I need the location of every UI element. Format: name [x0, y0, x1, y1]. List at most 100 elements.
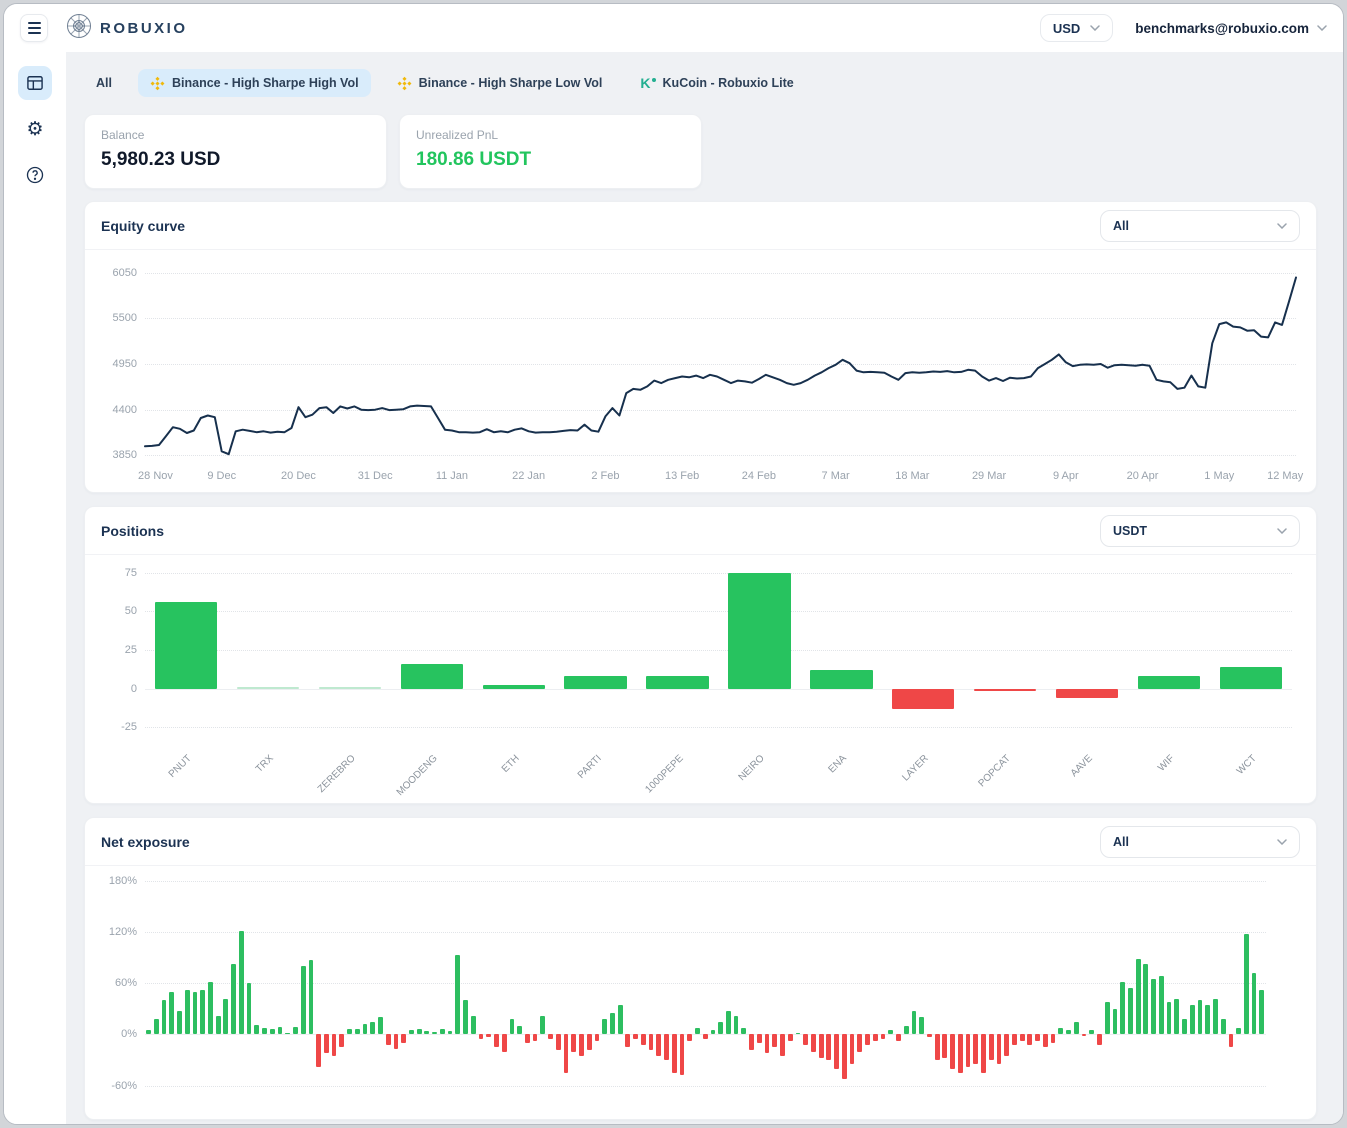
unrealized-pnl-card: Unrealized PnL 180.86 USDT: [399, 114, 702, 189]
balance-card: Balance 5,980.23 USD: [84, 114, 387, 189]
position-bar-pnut: [155, 602, 217, 689]
exposure-bar: [564, 1034, 569, 1072]
y-axis-tick: -25: [97, 721, 137, 733]
exposure-bar: [641, 1034, 646, 1044]
exposure-bar: [154, 1019, 159, 1034]
exposure-bar: [200, 990, 205, 1034]
balance-label: Balance: [101, 128, 370, 142]
exposure-bar: [958, 1034, 963, 1072]
exposure-bar: [270, 1029, 275, 1034]
exposure-bar: [672, 1034, 677, 1072]
x-axis-category: PARTI: [532, 753, 603, 824]
hamburger-menu-button[interactable]: [20, 14, 48, 42]
equity-filter-select[interactable]: All: [1100, 210, 1300, 242]
filter-chips: All Binance - High Sharpe High Vol Binance…: [84, 68, 1317, 98]
positions-card: Positions USDT 7550250-25PNUTTRXZEREBROM…: [84, 506, 1317, 804]
exposure-bar: [278, 1027, 283, 1035]
brand: ROBUXIO: [66, 13, 188, 44]
kucoin-icon: K: [640, 76, 655, 90]
y-axis-tick: 50: [97, 605, 137, 617]
grid-line: [145, 689, 1292, 690]
exposure-bar: [1213, 999, 1218, 1035]
filter-chip-kucoin-robuxio-lite[interactable]: KKuCoin - Robuxio Lite: [628, 69, 805, 97]
exposure-bar: [1082, 1034, 1087, 1036]
x-axis-tick: 22 Jan: [512, 470, 545, 482]
exposure-bar: [1020, 1034, 1025, 1041]
exposure-bar: [997, 1034, 1002, 1064]
exposure-bar: [510, 1019, 515, 1034]
exposure-bar: [394, 1034, 399, 1049]
exposure-bar: [873, 1034, 878, 1041]
net-exposure-filter-select[interactable]: All: [1100, 826, 1300, 858]
robuxio-logo-icon: [66, 13, 92, 44]
grid-line: [145, 1086, 1266, 1087]
grid-line: [145, 573, 1292, 574]
exposure-bar: [223, 999, 228, 1035]
exposure-bar: [625, 1034, 630, 1047]
sidebar-item-dashboard[interactable]: [18, 66, 52, 100]
x-axis-tick: 29 Mar: [972, 470, 1006, 482]
exposure-bar: [440, 1029, 445, 1035]
filter-chip-binance-high-sharpe-high-vol[interactable]: Binance - High Sharpe High Vol: [138, 69, 371, 97]
exposure-bar: [1043, 1034, 1048, 1047]
exposure-bar: [502, 1034, 507, 1051]
exposure-bar: [656, 1034, 661, 1055]
exposure-bar: [193, 992, 198, 1035]
exposure-bar: [618, 1005, 623, 1035]
exposure-bar: [1004, 1034, 1009, 1055]
exposure-bar: [772, 1034, 777, 1047]
exposure-bar: [912, 1011, 917, 1035]
exposure-bar: [587, 1034, 592, 1049]
x-axis-tick: 28 Nov: [138, 470, 173, 482]
filter-chip-all[interactable]: All: [84, 69, 124, 97]
sidebar: ⚙: [4, 52, 66, 1124]
exposure-bar: [981, 1034, 986, 1072]
x-axis-tick: 18 Mar: [895, 470, 929, 482]
x-axis-tick: 20 Apr: [1127, 470, 1159, 482]
exposure-bar: [734, 1016, 739, 1035]
exposure-bar: [185, 990, 190, 1034]
exposure-bar: [316, 1034, 321, 1066]
equity-filter-value: All: [1113, 219, 1129, 233]
filter-chip-label: Binance - High Sharpe Low Vol: [419, 76, 603, 90]
currency-selector[interactable]: USD: [1040, 14, 1113, 42]
exposure-bar: [293, 1027, 298, 1035]
exposure-bar: [966, 1034, 971, 1066]
exposure-bar: [262, 1028, 267, 1035]
net-exposure-filter-value: All: [1113, 835, 1129, 849]
exposure-bar: [1236, 1028, 1241, 1035]
position-bar-zerebro: [319, 687, 381, 689]
account-menu[interactable]: benchmarks@robuxio.com: [1135, 21, 1327, 36]
filter-chip-binance-high-sharpe-low-vol[interactable]: Binance - High Sharpe Low Vol: [385, 69, 615, 97]
sidebar-item-help[interactable]: [18, 158, 52, 192]
exposure-bar: [610, 1013, 615, 1034]
exposure-bar: [417, 1029, 422, 1034]
exposure-bar: [1159, 976, 1164, 1034]
exposure-bar: [1051, 1034, 1056, 1043]
exposure-bar: [687, 1034, 692, 1041]
topbar: ROBUXIO USD benchmarks@robuxio.com: [4, 4, 1343, 52]
x-axis-tick: 11 Jan: [436, 470, 468, 482]
x-axis-category: WIF: [1105, 753, 1176, 824]
pnl-label: Unrealized PnL: [416, 128, 685, 142]
sidebar-item-settings[interactable]: ⚙: [18, 112, 52, 146]
exposure-bar: [409, 1030, 414, 1034]
exposure-bar: [363, 1024, 368, 1034]
exposure-bar: [896, 1034, 901, 1041]
y-axis-tick: 0%: [97, 1028, 137, 1040]
chevron-down-icon: [1277, 528, 1287, 534]
balance-value: 5,980.23 USD: [101, 149, 370, 171]
exposure-bar: [749, 1034, 754, 1049]
exposure-bar: [1229, 1034, 1234, 1047]
exposure-bar: [339, 1034, 344, 1047]
exposure-bar: [1190, 1005, 1195, 1035]
grid-line: [145, 881, 1266, 882]
y-axis-tick: 25: [97, 644, 137, 656]
y-axis-tick: 60%: [97, 977, 137, 989]
x-axis-category: TRX: [204, 753, 275, 824]
x-axis-category: 1000PEPE: [614, 753, 685, 824]
exposure-bar: [231, 964, 236, 1034]
exposure-bar: [1151, 979, 1156, 1034]
positions-filter-select[interactable]: USDT: [1100, 515, 1300, 547]
x-axis-category: NEIRO: [696, 753, 767, 824]
